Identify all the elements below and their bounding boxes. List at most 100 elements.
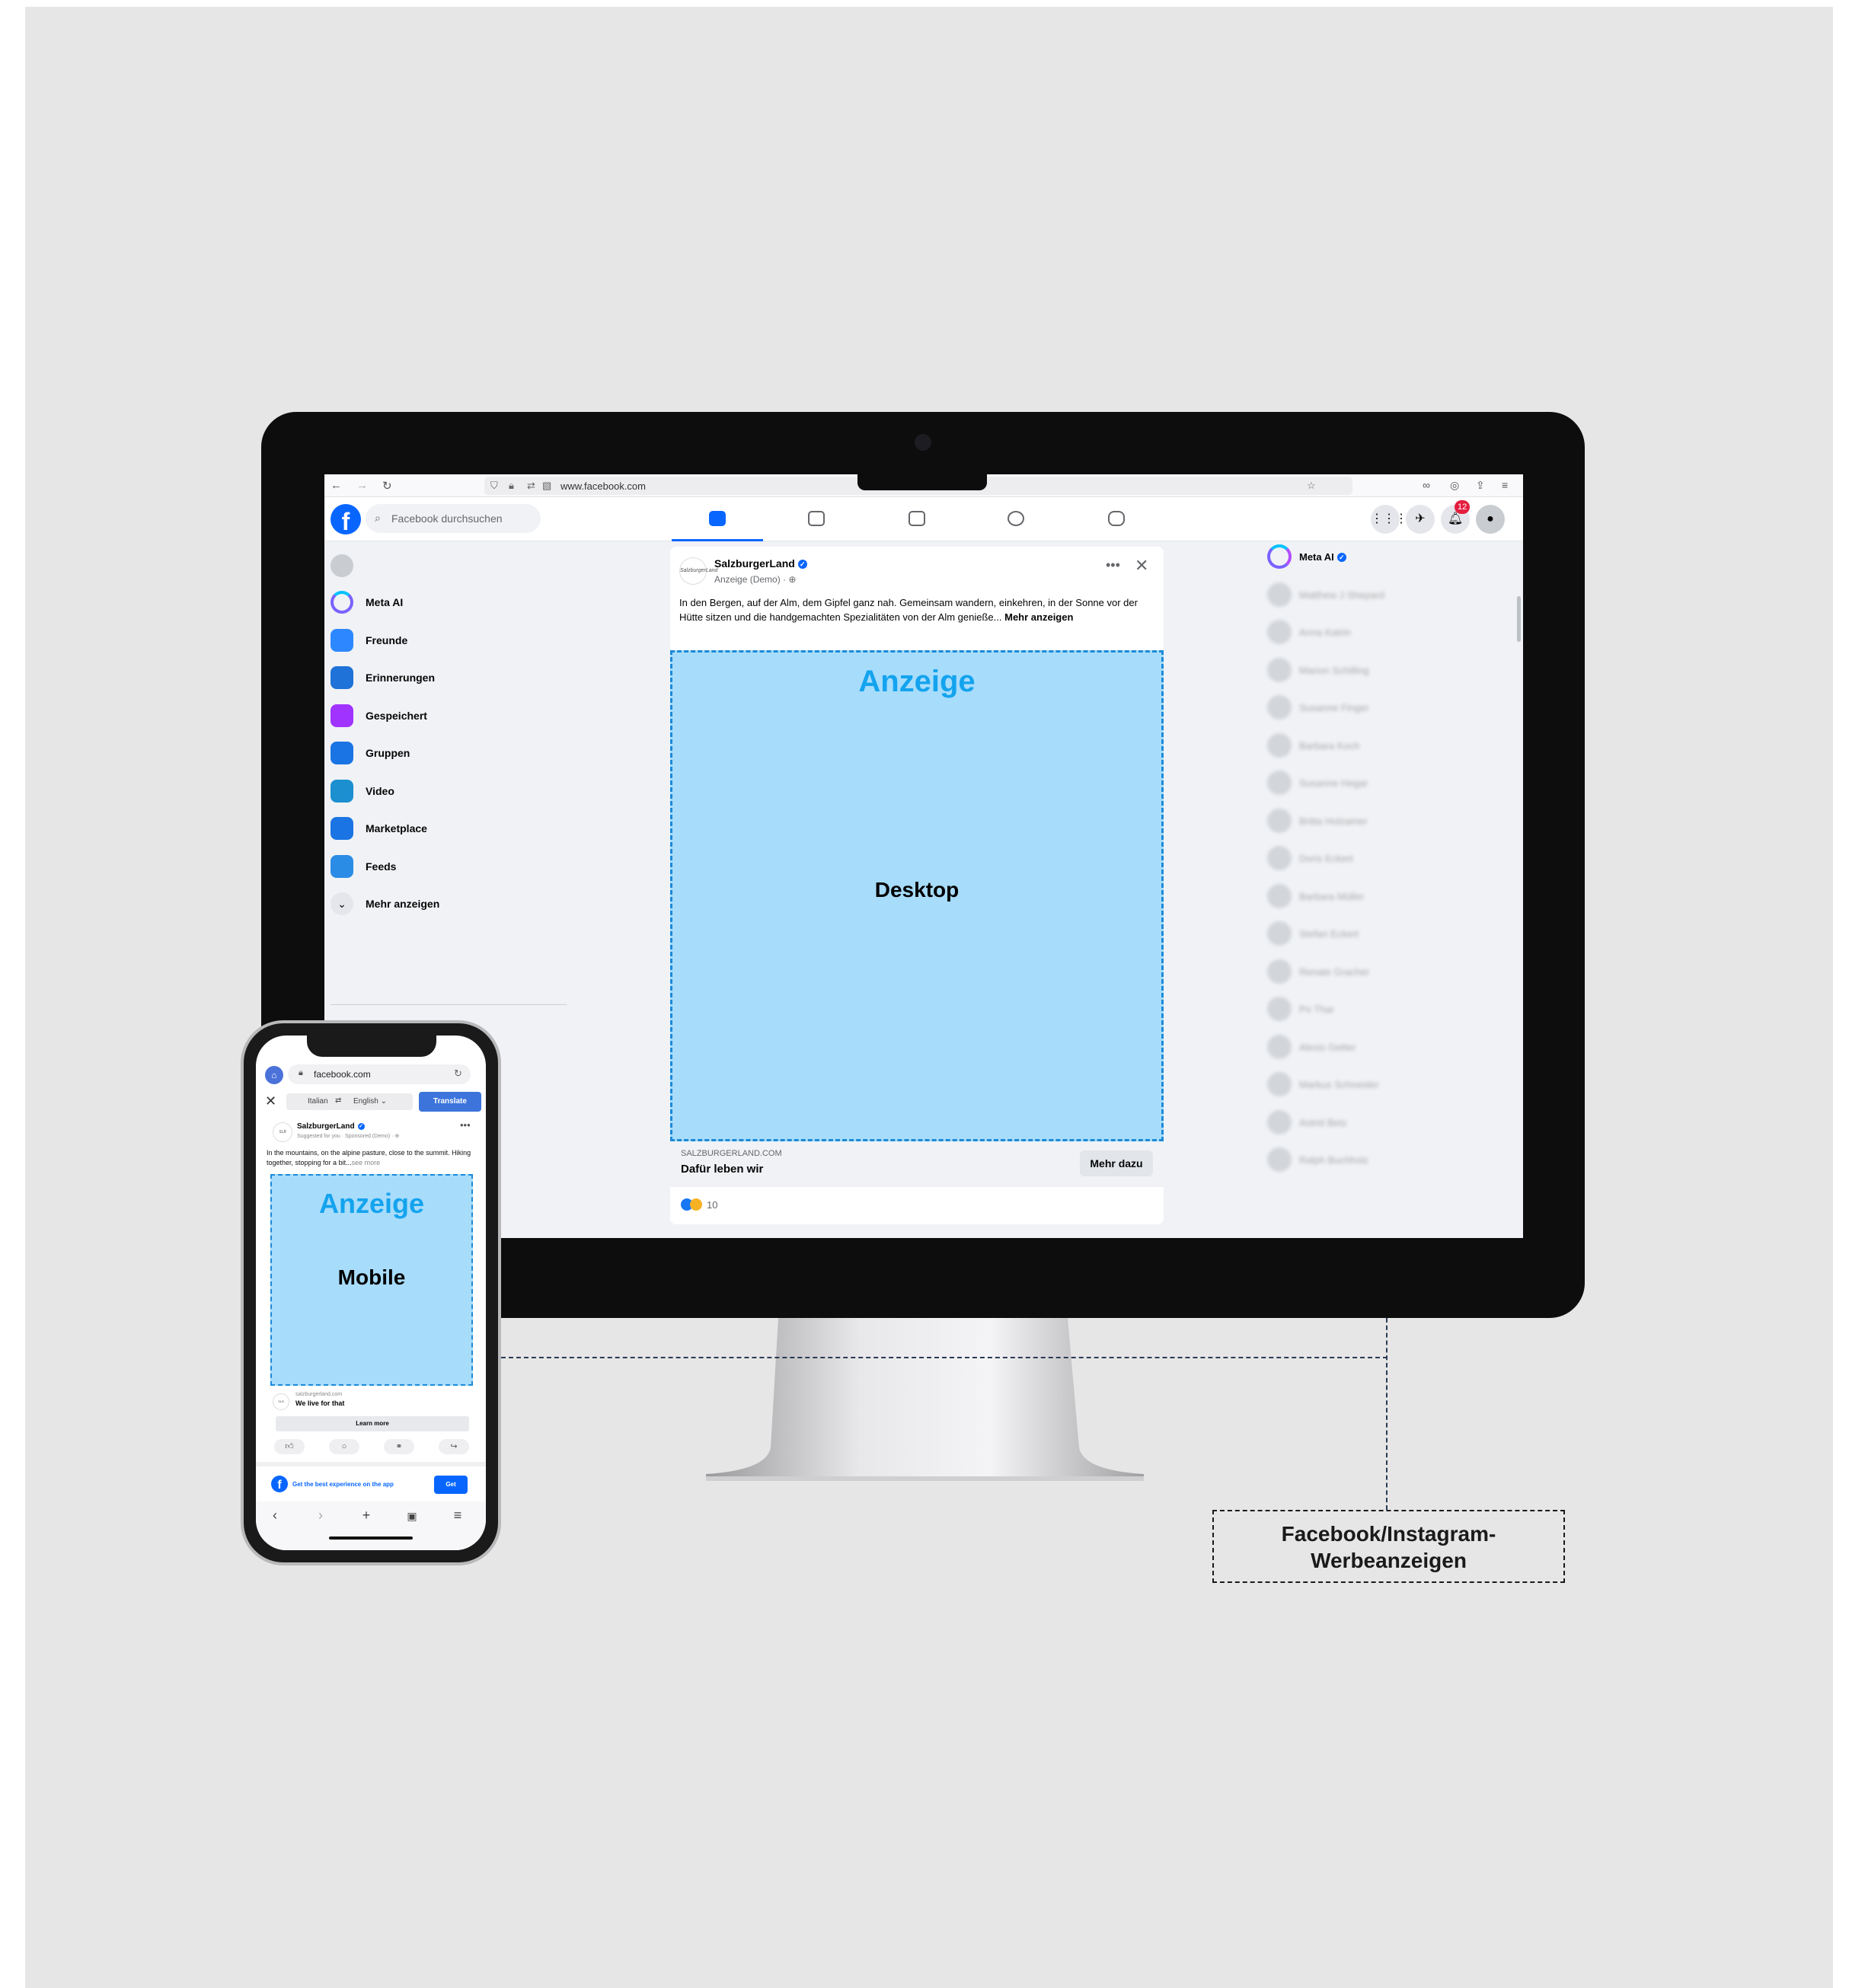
imac-stand <box>706 1318 1144 1481</box>
contact-item[interactable]: Astrid Betz <box>1261 1107 1505 1138</box>
phone-notch <box>307 1032 436 1057</box>
contact-item[interactable]: Britta Holzamer <box>1261 806 1505 836</box>
extensions-icon[interactable]: ∞ <box>1423 479 1430 491</box>
sidebar-item-label: Marketplace <box>366 822 427 834</box>
contact-item[interactable]: Po Thar <box>1261 994 1505 1024</box>
sidebar-item-meta-ai[interactable]: Meta AI <box>331 587 559 617</box>
link-preview[interactable]: SALZBURGERLAND.COM Dafür leben wir Mehr … <box>670 1141 1164 1187</box>
post-subtitle: Anzeige (Demo) · ⊕ <box>714 574 797 585</box>
contact-item[interactable]: Markus Schneider <box>1261 1069 1505 1099</box>
page-name[interactable]: SalzburgerLand ✓ <box>714 557 807 570</box>
forward-icon[interactable]: › <box>309 1508 332 1524</box>
home-icon[interactable]: ⌂ <box>265 1066 283 1084</box>
sidebar-item-mehr-anzeigen[interactable]: ⌄ Mehr anzeigen <box>331 889 559 919</box>
bookmark-star-icon[interactable]: ☆ <box>1307 480 1316 492</box>
contact-item[interactable]: Anna Katrin <box>1261 617 1505 647</box>
sidebar-item-erinnerungen[interactable]: Erinnerungen <box>331 662 559 693</box>
sidebar-item-gruppen[interactable]: Gruppen <box>331 738 559 768</box>
tab-groups[interactable] <box>970 497 1062 541</box>
cta-button[interactable]: Learn more <box>276 1416 469 1431</box>
menu-grid-icon[interactable]: ⋮⋮⋮ <box>1371 505 1407 534</box>
tab-gaming[interactable] <box>1071 497 1162 541</box>
menu-icon[interactable]: ≡ <box>1502 479 1508 491</box>
contact-item[interactable]: Matthew J Shepard <box>1261 579 1505 610</box>
translate-button[interactable]: Translate <box>419 1092 481 1112</box>
get-app-button[interactable]: Get <box>434 1476 468 1494</box>
facebook-logo-icon[interactable]: f <box>331 504 361 534</box>
profile-avatar[interactable]: ● <box>1476 505 1505 534</box>
haha-reaction-icon <box>690 1198 702 1211</box>
share-icon[interactable]: ↪ <box>439 1439 469 1454</box>
contact-item[interactable]: Stefan Eckert <box>1261 918 1505 949</box>
page-name[interactable]: SalzburgerLand ✓ <box>297 1122 365 1131</box>
mobile-address-bar[interactable]: 🔒︎ facebook.com ↻ <box>288 1064 471 1084</box>
facebook-header: f ⌕ Facebook durchsuchen ⋮⋮⋮ ✈ 🔔︎ 12 ● <box>324 497 1523 541</box>
contact-item[interactable]: Barbara Müller <box>1261 881 1505 911</box>
ad-placeholder-mobile[interactable]: Anzeige Mobile <box>270 1174 473 1386</box>
contact-item[interactable]: Barbara Koch <box>1261 730 1505 761</box>
forward-icon[interactable]: → <box>356 479 368 492</box>
contact-item[interactable]: Susanne Finger <box>1261 692 1505 723</box>
account-icon[interactable]: ◎ <box>1450 479 1459 492</box>
see-more-link[interactable]: Mehr anzeigen <box>1004 611 1073 623</box>
tab-home[interactable] <box>672 497 763 541</box>
see-more-link[interactable]: see more <box>352 1159 381 1166</box>
sidebar-item-label: Meta AI <box>366 596 404 608</box>
shield-icon: ⛉ <box>490 480 498 491</box>
sidebar-item-marketplace[interactable]: Marketplace <box>331 813 559 844</box>
more-options-icon[interactable]: ••• <box>1106 557 1120 573</box>
messenger-icon[interactable]: ✈ <box>1406 505 1435 534</box>
close-icon[interactable]: ✕ <box>1135 556 1148 576</box>
contact-item[interactable]: Susanne Hegar <box>1261 767 1505 798</box>
contact-item[interactable]: Ralph Buchholz <box>1261 1144 1505 1175</box>
page-avatar[interactable]: SLB <box>273 1122 292 1142</box>
page-avatar[interactable]: SalzburgerLand <box>679 557 717 585</box>
sidebar-item-freunde[interactable]: Freunde <box>331 625 559 656</box>
cta-button[interactable]: Mehr dazu <box>1080 1150 1153 1176</box>
contact-item[interactable]: Marion Schilling <box>1261 655 1505 685</box>
language-selector[interactable]: Italian ⇄ English ⌄ <box>286 1093 413 1110</box>
contact-item[interactable]: Renate Gracher <box>1261 956 1505 987</box>
contact-name: Marion Schilling <box>1299 664 1369 676</box>
permissions-icon[interactable]: ⇄ <box>527 480 535 492</box>
reactions-summary[interactable]: 10 <box>681 1198 717 1211</box>
search-input[interactable]: ⌕ Facebook durchsuchen <box>366 504 541 533</box>
link-icon[interactable]: ⚭ <box>384 1439 414 1454</box>
tab-marketplace[interactable] <box>871 497 963 541</box>
reload-icon[interactable]: ↻ <box>382 479 392 493</box>
menu-icon[interactable]: ≡ <box>446 1508 469 1524</box>
tabs-icon[interactable]: ▣ <box>401 1510 423 1523</box>
sidebar-item-feeds[interactable]: Feeds <box>331 851 559 882</box>
swap-icon[interactable]: ⇄ <box>335 1096 341 1105</box>
contact-meta-ai[interactable]: Meta AI ✓ <box>1261 541 1505 572</box>
target-language[interactable]: English ⌄ <box>353 1097 387 1106</box>
chevron-down-icon: ⌄ <box>331 892 353 915</box>
avatar <box>1267 883 1292 908</box>
tracking-icon[interactable]: ▧ <box>542 480 551 492</box>
back-icon[interactable]: ‹ <box>263 1508 286 1524</box>
sidebar-item-video[interactable]: Video <box>331 776 559 806</box>
scrollbar[interactable] <box>1517 596 1521 642</box>
ad-placeholder-desktop[interactable]: Anzeige Desktop <box>670 650 1164 1141</box>
video-icon <box>331 779 353 803</box>
contact-item[interactable]: Doris Eckert <box>1261 843 1505 873</box>
share-icon[interactable]: ⇪ <box>1476 479 1485 492</box>
like-icon[interactable]: 👍︎ <box>274 1439 305 1454</box>
avatar <box>1267 732 1292 758</box>
comment-icon[interactable]: ○ <box>329 1439 359 1454</box>
sidebar-item-gespeichert[interactable]: Gespeichert <box>331 700 559 731</box>
close-icon[interactable]: ✕ <box>265 1093 276 1109</box>
contact-name: Alexis Getter <box>1299 1041 1356 1053</box>
new-tab-icon[interactable]: + <box>355 1508 378 1524</box>
avatar <box>1267 1109 1292 1134</box>
sidebar-profile[interactable] <box>331 550 559 581</box>
contact-item[interactable]: Alexis Getter <box>1261 1032 1505 1062</box>
reload-icon[interactable]: ↻ <box>454 1067 462 1080</box>
more-options-icon[interactable]: ••• <box>460 1119 471 1131</box>
groups-icon <box>331 742 353 764</box>
avatar <box>1267 1072 1292 1096</box>
groups-icon <box>1008 511 1024 526</box>
lock-icon: 🔒︎ <box>509 480 514 491</box>
tab-video[interactable] <box>771 497 862 541</box>
back-icon[interactable]: ← <box>331 479 342 492</box>
